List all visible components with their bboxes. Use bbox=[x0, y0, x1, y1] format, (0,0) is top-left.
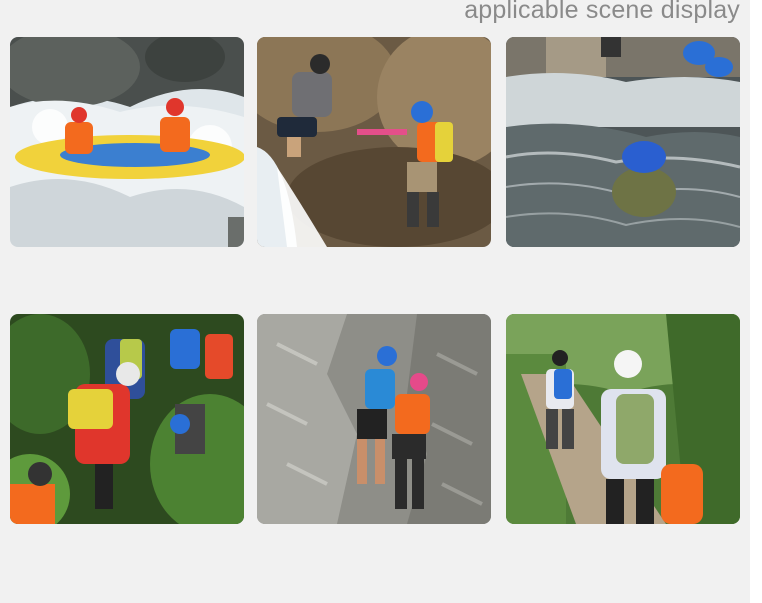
scene-image-canyon-hikers bbox=[257, 314, 491, 524]
jungle-hikers-photo bbox=[10, 314, 244, 524]
trail-hikers-photo bbox=[506, 314, 740, 524]
scene-image-stream-climbing bbox=[257, 37, 491, 247]
rafting-photo bbox=[10, 37, 244, 247]
page-edge bbox=[750, 0, 762, 603]
floating-dry-bag-photo bbox=[506, 37, 740, 247]
section-title: applicable scene display bbox=[464, 0, 740, 24]
scene-image-jungle-hikers bbox=[10, 314, 244, 524]
rock-climbing-stream-photo bbox=[257, 37, 491, 247]
scene-image-floating-bag bbox=[506, 37, 740, 247]
canyon-hikers-photo bbox=[257, 314, 491, 524]
scene-image-trail-hikers bbox=[506, 314, 740, 524]
scene-image-rafting bbox=[10, 37, 244, 247]
